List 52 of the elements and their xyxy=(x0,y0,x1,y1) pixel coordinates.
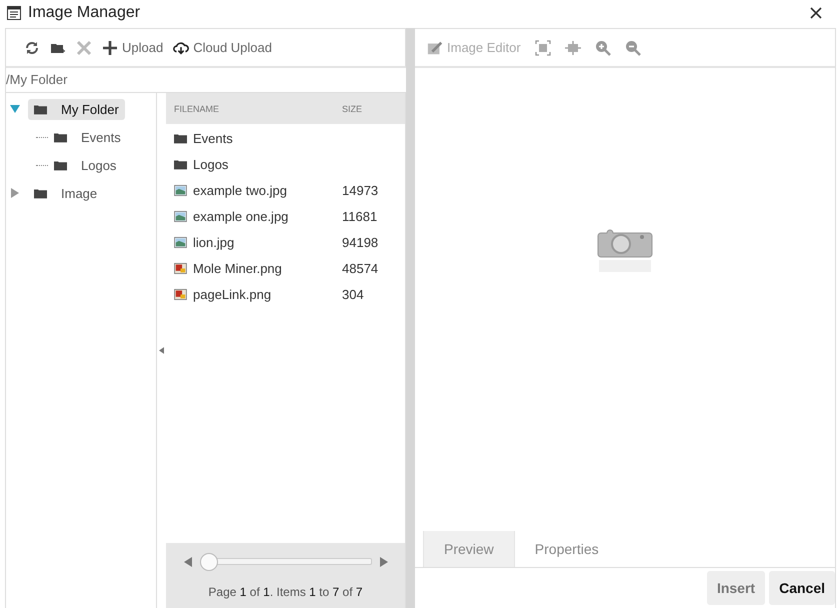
folder-icon xyxy=(54,160,67,170)
cancel-button[interactable]: Cancel xyxy=(769,571,835,605)
size-cell-text: 48574 xyxy=(342,260,380,276)
page-info: Page 1 of 1. Items 1 to 7 of 7 xyxy=(208,584,363,598)
plus-icon xyxy=(102,40,118,56)
tab[interactable]: Properties xyxy=(514,531,619,567)
scroll-right-icon[interactable] xyxy=(380,556,388,566)
filename-cell[interactable]: Logos xyxy=(166,156,342,172)
image-file-icon xyxy=(174,210,187,222)
folder-icon xyxy=(54,132,67,142)
folder-icon xyxy=(174,132,187,144)
tree-item[interactable]: My Folder xyxy=(28,98,125,120)
image-file-icon xyxy=(174,184,187,196)
filename-cell[interactable]: pageLink.png xyxy=(166,286,342,302)
window-icon xyxy=(6,5,22,21)
collapsed-arrow-icon[interactable] xyxy=(10,188,20,198)
tree-item[interactable]: Image xyxy=(28,182,104,204)
size-cell-text: 11681 xyxy=(342,208,378,224)
page-slider[interactable] xyxy=(200,552,372,570)
size-cell-text: 304 xyxy=(342,286,365,302)
fit-image-icon[interactable] xyxy=(534,40,551,56)
actual-size-icon[interactable] xyxy=(564,40,581,56)
window-title: Image Manager xyxy=(28,4,142,22)
zoom-in-icon[interactable] xyxy=(594,40,611,56)
folder-icon xyxy=(174,158,187,170)
image-file-icon xyxy=(174,236,187,248)
column-header[interactable]: FILENAME xyxy=(166,104,342,114)
edit-image-icon xyxy=(427,40,443,56)
tree-item[interactable]: Events xyxy=(48,126,127,148)
slider-thumb[interactable] xyxy=(200,552,218,570)
expanded-arrow-icon[interactable] xyxy=(10,104,20,114)
picture-file-icon xyxy=(174,262,187,274)
cloud-upload-icon xyxy=(173,40,190,56)
filename-cell[interactable]: Events xyxy=(166,130,342,146)
filename-cell[interactable]: example two.jpg xyxy=(166,182,342,198)
scroll-left-icon[interactable] xyxy=(184,556,192,566)
filename-cell[interactable]: Mole Miner.png xyxy=(166,260,342,276)
folder-icon xyxy=(34,104,47,114)
column-header[interactable]: SIZE xyxy=(342,104,405,114)
tree-item[interactable]: Logos xyxy=(48,154,122,176)
delete-icon[interactable] xyxy=(76,40,92,56)
size-cell-text: 14973 xyxy=(342,182,380,198)
size-cell-text: 94198 xyxy=(342,234,380,250)
filename-cell[interactable]: example one.jpg xyxy=(166,208,342,224)
close-icon[interactable] xyxy=(810,7,822,19)
zoom-out-icon[interactable] xyxy=(624,40,641,56)
picture-file-icon xyxy=(174,288,187,300)
upload-button[interactable]: Upload xyxy=(102,40,164,56)
filename-cell[interactable]: lion.jpg xyxy=(166,234,342,250)
folder-icon xyxy=(34,188,47,198)
cloud-upload-button[interactable]: Cloud Upload xyxy=(173,40,272,56)
refresh-icon[interactable] xyxy=(24,40,40,56)
